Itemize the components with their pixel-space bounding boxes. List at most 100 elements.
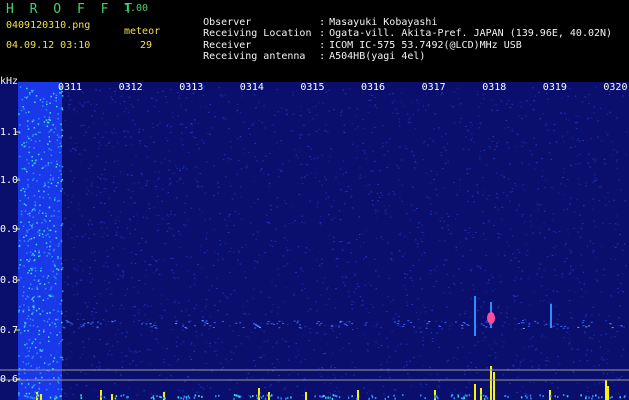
noise-speck xyxy=(624,200,626,202)
noise-speck xyxy=(282,255,285,257)
noise-speck xyxy=(362,119,364,121)
carrier-trace xyxy=(461,324,464,326)
noise-speck xyxy=(357,126,359,128)
noise-speck xyxy=(82,92,84,94)
noise-speck xyxy=(158,374,161,376)
noise-speck xyxy=(543,187,546,189)
carrier-trace xyxy=(528,323,531,325)
noise-speck xyxy=(324,382,326,384)
noise-speck xyxy=(472,284,474,286)
noise-speck xyxy=(545,294,548,296)
noise-speck xyxy=(590,138,593,140)
noise-speck xyxy=(493,340,496,342)
noise-speck xyxy=(317,157,319,159)
noise-speck xyxy=(359,174,362,176)
noise-speck xyxy=(322,368,324,370)
noise-speck xyxy=(307,109,309,111)
carrier-trace xyxy=(527,325,530,327)
noise-speck xyxy=(521,117,523,119)
noise-speck xyxy=(567,178,569,180)
noise-speck xyxy=(396,164,398,166)
noise-speck xyxy=(111,146,114,148)
early-noise-speck xyxy=(24,194,27,197)
noise-speck xyxy=(576,348,579,350)
noise-speck xyxy=(385,208,388,210)
early-noise-speck xyxy=(45,220,47,223)
noise-speck xyxy=(573,227,576,229)
noise-speck xyxy=(594,383,596,385)
noise-speck xyxy=(335,258,338,260)
early-noise-speck xyxy=(37,295,40,298)
noise-speck xyxy=(134,123,136,125)
early-noise-speck xyxy=(39,313,42,315)
noise-speck xyxy=(162,188,164,190)
early-noise-speck xyxy=(26,170,28,173)
noise-speck xyxy=(157,179,159,181)
noise-speck xyxy=(177,115,179,117)
noise-speck xyxy=(41,145,44,147)
early-noise-speck xyxy=(24,324,26,327)
noise-speck xyxy=(233,290,236,292)
early-noise-speck xyxy=(19,239,21,242)
early-noise-speck xyxy=(61,108,64,111)
early-noise-speck xyxy=(31,227,33,229)
noise-speck xyxy=(354,367,356,369)
noise-speck xyxy=(114,222,117,224)
noise-speck xyxy=(38,257,40,259)
early-noise-speck xyxy=(21,98,23,101)
noise-speck xyxy=(579,154,581,156)
noise-speck xyxy=(153,206,156,208)
noise-speck xyxy=(594,257,597,259)
noise-speck xyxy=(339,219,342,221)
noise-speck xyxy=(571,250,573,252)
carrier-trace xyxy=(517,323,520,325)
noise-speck xyxy=(256,261,258,263)
freq-tick-label: 0.9 xyxy=(0,224,18,235)
noise-speck xyxy=(568,300,571,302)
early-noise-speck xyxy=(59,151,61,154)
noise-speck xyxy=(405,148,408,150)
noise-speck xyxy=(181,132,183,134)
noise-speck xyxy=(141,187,143,189)
carrier-trace xyxy=(278,327,281,329)
noise-speck xyxy=(148,203,150,205)
noise-speck xyxy=(309,200,312,202)
noise-speck xyxy=(371,200,374,202)
early-noise-speck xyxy=(22,105,25,108)
early-noise-speck xyxy=(51,255,53,258)
noise-speck xyxy=(151,97,153,99)
noise-speck xyxy=(177,231,180,233)
noise-speck xyxy=(382,125,384,127)
noise-speck xyxy=(274,240,277,242)
noise-speck xyxy=(204,306,206,308)
noise-speck xyxy=(46,292,49,294)
noise-speck xyxy=(103,280,106,282)
noise-speck xyxy=(426,196,429,198)
noise-speck xyxy=(170,89,172,91)
noise-speck xyxy=(517,266,520,268)
noise-speck xyxy=(464,313,466,315)
noise-speck xyxy=(195,391,198,393)
noise-speck xyxy=(144,314,146,316)
noise-speck xyxy=(406,361,408,363)
noise-speck xyxy=(93,110,96,112)
carrier-trace xyxy=(397,320,400,322)
noise-speck xyxy=(76,236,78,238)
noise-speck xyxy=(34,88,36,90)
noise-speck xyxy=(82,341,84,343)
meteor-bar xyxy=(40,394,42,400)
noise-speck xyxy=(72,147,74,149)
noise-speck xyxy=(388,193,390,195)
noise-speck xyxy=(217,253,220,255)
noise-speck xyxy=(74,148,77,150)
noise-speck xyxy=(350,350,353,352)
noise-speck xyxy=(127,189,130,191)
noise-speck xyxy=(285,202,287,204)
noise-speck xyxy=(202,142,205,144)
early-noise-speck xyxy=(25,234,27,237)
noise-speck xyxy=(134,263,137,265)
early-noise-speck xyxy=(29,347,31,349)
noise-speck xyxy=(442,168,444,170)
early-noise-speck xyxy=(61,267,64,269)
early-noise-speck xyxy=(31,313,33,315)
